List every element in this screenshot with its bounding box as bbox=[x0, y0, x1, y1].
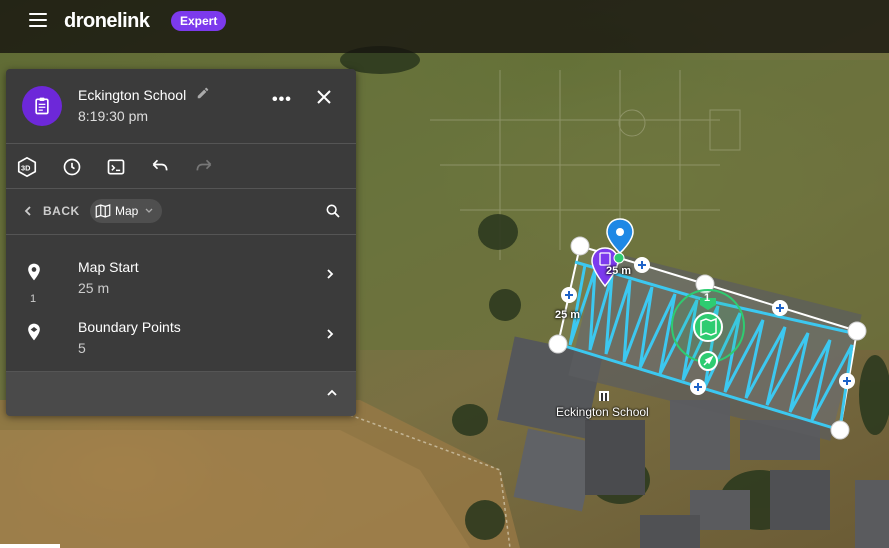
item-subtitle: 25 m bbox=[78, 280, 110, 296]
history-icon[interactable] bbox=[61, 156, 83, 178]
close-button[interactable] bbox=[317, 90, 331, 109]
distance-label: 25 m bbox=[555, 309, 581, 321]
plan-avatar bbox=[22, 86, 62, 126]
context-selector[interactable]: Map bbox=[90, 199, 163, 223]
mission-panel: Eckington School 8:19:30 pm ••• 3D BACK bbox=[6, 69, 356, 416]
top-bar: dronelink Expert bbox=[0, 0, 889, 53]
distance-label: 25 m bbox=[606, 265, 632, 277]
component-index: 1 bbox=[704, 292, 711, 304]
redo-icon bbox=[193, 156, 215, 178]
search-button[interactable] bbox=[325, 203, 341, 224]
terminal-icon[interactable] bbox=[105, 156, 127, 178]
nav-bar: BACK Map bbox=[6, 189, 356, 235]
chevron-down-icon bbox=[145, 208, 153, 213]
item-title: Map Start bbox=[78, 259, 139, 275]
menu-icon[interactable] bbox=[29, 13, 47, 29]
item-number: 1 bbox=[30, 293, 37, 305]
app-logo: dronelink bbox=[64, 10, 150, 32]
3d-icon[interactable]: 3D bbox=[16, 156, 38, 178]
back-button[interactable]: BACK bbox=[22, 204, 80, 218]
edit-icon[interactable] bbox=[196, 86, 210, 105]
svg-text:3D: 3D bbox=[21, 164, 30, 173]
list-item-boundary-points[interactable]: Boundary Points 5 bbox=[6, 307, 356, 365]
scale-bar bbox=[0, 544, 60, 548]
boundary-pin-icon bbox=[24, 321, 44, 348]
toolbar: 3D bbox=[6, 144, 356, 189]
panel-footer[interactable] bbox=[6, 371, 356, 416]
panel-header: Eckington School 8:19:30 pm ••• bbox=[6, 69, 356, 144]
item-title: Boundary Points bbox=[78, 319, 181, 335]
context-label: Map bbox=[115, 204, 139, 218]
chevron-up-icon[interactable] bbox=[326, 386, 338, 404]
back-label: BACK bbox=[43, 204, 80, 218]
list-item-map-start[interactable]: 1 Map Start 25 m bbox=[6, 247, 356, 305]
plan-time: 8:19:30 pm bbox=[78, 108, 149, 124]
chevron-right-icon bbox=[324, 267, 336, 285]
close-icon[interactable] bbox=[317, 90, 331, 104]
plan-title: Eckington School bbox=[78, 87, 187, 103]
chevron-right-icon bbox=[324, 327, 336, 345]
plan-badge: Expert bbox=[171, 11, 227, 31]
undo-icon[interactable] bbox=[149, 156, 171, 178]
more-options-button[interactable]: ••• bbox=[272, 91, 292, 109]
map-pin-icon bbox=[24, 261, 44, 288]
clipboard-icon bbox=[35, 97, 49, 115]
search-icon[interactable] bbox=[325, 203, 341, 219]
chevron-left-icon bbox=[24, 206, 31, 216]
map-icon bbox=[95, 204, 111, 218]
place-label: Eckington School bbox=[556, 405, 649, 419]
item-subtitle: 5 bbox=[78, 340, 86, 356]
